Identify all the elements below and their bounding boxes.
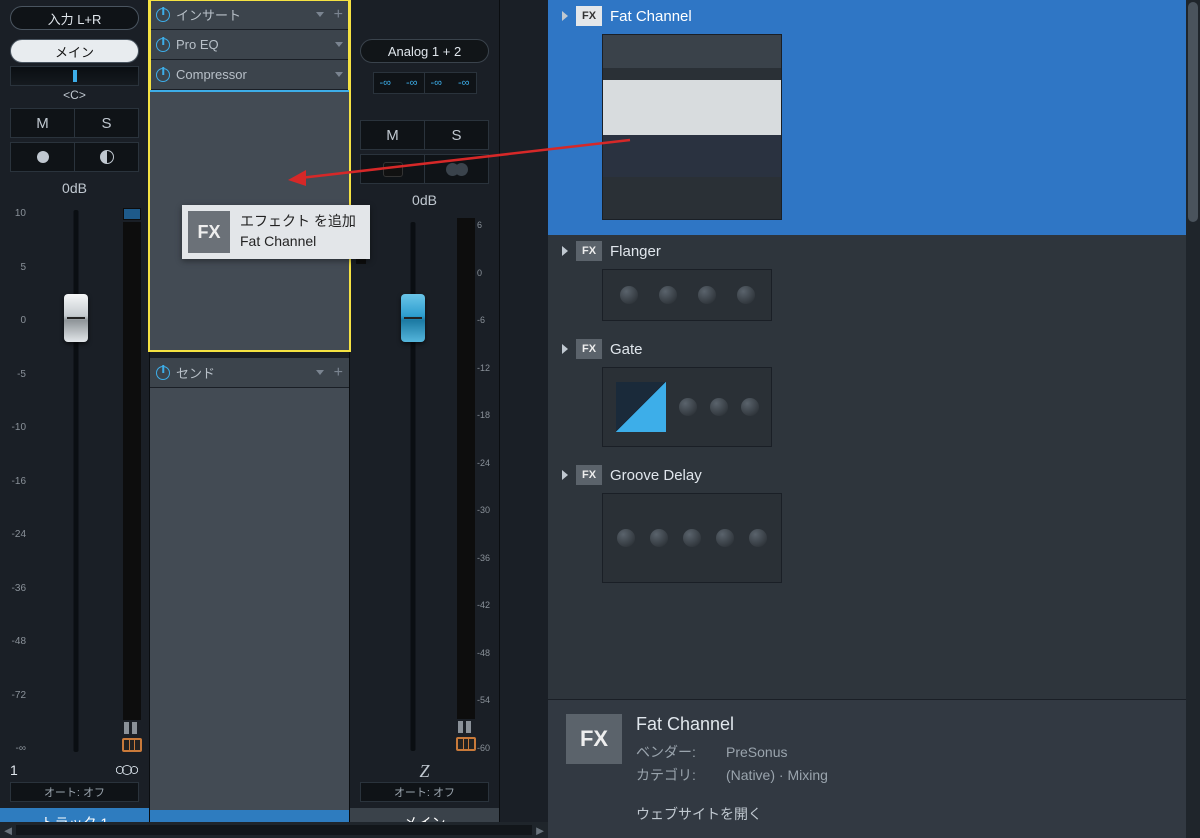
power-icon[interactable] [156,38,170,52]
drag-tooltip: FX エフェクト を追加 Fat Channel [182,205,370,259]
fx-badge-icon: FX [576,241,602,261]
send-header: センド + [150,358,349,388]
fx-badge-icon: FX [576,6,602,26]
mute-button[interactable]: M [10,108,75,138]
insert-slot[interactable]: Compressor [150,60,349,90]
scrollbar-thumb[interactable] [1188,2,1198,222]
annotation-arrow [280,120,640,200]
plugin-thumbnail[interactable] [602,493,782,583]
fader-handle[interactable] [64,294,88,342]
meter-scale: 60-6-12-18-24-30-36-42-48-54-60 [477,216,493,757]
fader-handle-main[interactable] [401,294,425,342]
browser-item-label: Fat Channel [610,8,692,25]
dropdown-icon[interactable] [316,12,324,17]
dropdown-icon[interactable] [335,72,343,77]
automation-mode-button[interactable]: オート: オフ [360,782,489,802]
fader-track[interactable] [370,216,455,757]
metering-icon[interactable] [456,737,476,751]
open-website-link[interactable]: ウェブサイトを開く [636,804,1182,824]
plugin-info-panel: FX Fat Channel ベンダー:PreSonus カテゴリ:(Nativ… [548,699,1200,838]
channel-strip-track: 入力 L+R メイン <C> M S 0dB 1050-5-10-16-24-3… [0,0,150,838]
expand-icon[interactable] [562,344,568,354]
monitor-button[interactable] [75,142,139,172]
scroll-right-icon[interactable]: ► [532,822,548,838]
pan-slider[interactable] [10,66,139,86]
effects-browser: FX Fat Channel FX Flanger [548,0,1200,838]
left-delay-button[interactable]: -∞-∞ [373,72,425,94]
fx-badge-icon: FX [576,465,602,485]
pause-icon[interactable] [458,721,474,733]
monitor-icon [100,150,114,164]
insert-slot-label: Pro EQ [176,37,329,52]
fx-badge-icon: FX [566,714,622,764]
hw-output-selector[interactable]: Analog 1 + 2 [360,39,489,63]
info-title: Fat Channel [636,714,1182,735]
drag-tooltip-line1: エフェクト を追加 [240,212,356,232]
record-dot-icon [37,151,49,163]
power-icon[interactable] [156,366,170,380]
expand-icon[interactable] [562,11,568,21]
expand-icon[interactable] [562,246,568,256]
input-selector[interactable]: 入力 L+R [10,6,139,30]
info-vendor-key: ベンダー: [636,741,726,763]
level-meter [121,204,143,758]
fader-db-label: 0dB [0,180,149,196]
level-meter [455,216,477,757]
plugin-thumbnail[interactable] [602,367,772,447]
browser-item-groove-delay[interactable]: FX Groove Delay [548,459,1200,595]
plugin-thumbnail[interactable] [602,269,772,321]
fx-badge-icon: FX [188,211,230,253]
info-category-value: (Native) · Mixing [726,764,828,786]
record-arm-button[interactable] [10,142,75,172]
scroll-left-icon[interactable]: ◄ [0,822,16,838]
insert-slot[interactable]: Pro EQ [150,30,349,60]
fx-badge-icon: FX [576,339,602,359]
expand-icon[interactable] [562,470,568,480]
info-vendor-value: PreSonus [726,741,787,763]
insert-slot-label: Compressor [176,67,329,82]
mixer-scrollbar[interactable]: ◄ ► [0,822,548,838]
power-icon[interactable] [156,68,170,82]
pan-value: <C> [0,88,149,102]
send-header-label: センド [176,363,310,382]
browser-item-label: Flanger [610,243,661,260]
power-icon[interactable] [156,8,170,22]
browser-item-fat-channel[interactable]: FX Fat Channel [548,0,1200,235]
pause-icon[interactable] [124,722,140,734]
metering-icon[interactable] [122,738,142,752]
send-drop-area[interactable] [150,388,349,810]
browser-item-label: Gate [610,341,643,358]
add-insert-button[interactable]: + [334,7,343,23]
channel-number: 1 [10,762,18,778]
browser-item-flanger[interactable]: FX Flanger [548,235,1200,333]
output-selector[interactable]: メイン [10,39,139,63]
fader-scale: 1050-5-10-16-24-36-48-72-∞ [2,204,30,758]
right-delay-button[interactable]: -∞-∞ [425,72,477,94]
solo-button[interactable]: S [75,108,139,138]
browser-item-gate[interactable]: FX Gate [548,333,1200,459]
fader-track[interactable] [30,204,121,758]
wave-icon[interactable] [115,762,139,778]
dropdown-icon[interactable] [316,370,324,375]
dropdown-icon[interactable] [335,42,343,47]
insert-header: インサート + [150,0,349,30]
insert-header-label: インサート [176,5,310,24]
drag-tooltip-line2: Fat Channel [240,232,356,252]
info-category-key: カテゴリ: [636,764,726,786]
browser-item-label: Groove Delay [610,467,702,484]
z-icon[interactable]: Z [360,761,489,782]
browser-scrollbar[interactable] [1186,0,1200,838]
add-send-button[interactable]: + [334,365,343,381]
automation-mode-button[interactable]: オート: オフ [10,782,139,802]
